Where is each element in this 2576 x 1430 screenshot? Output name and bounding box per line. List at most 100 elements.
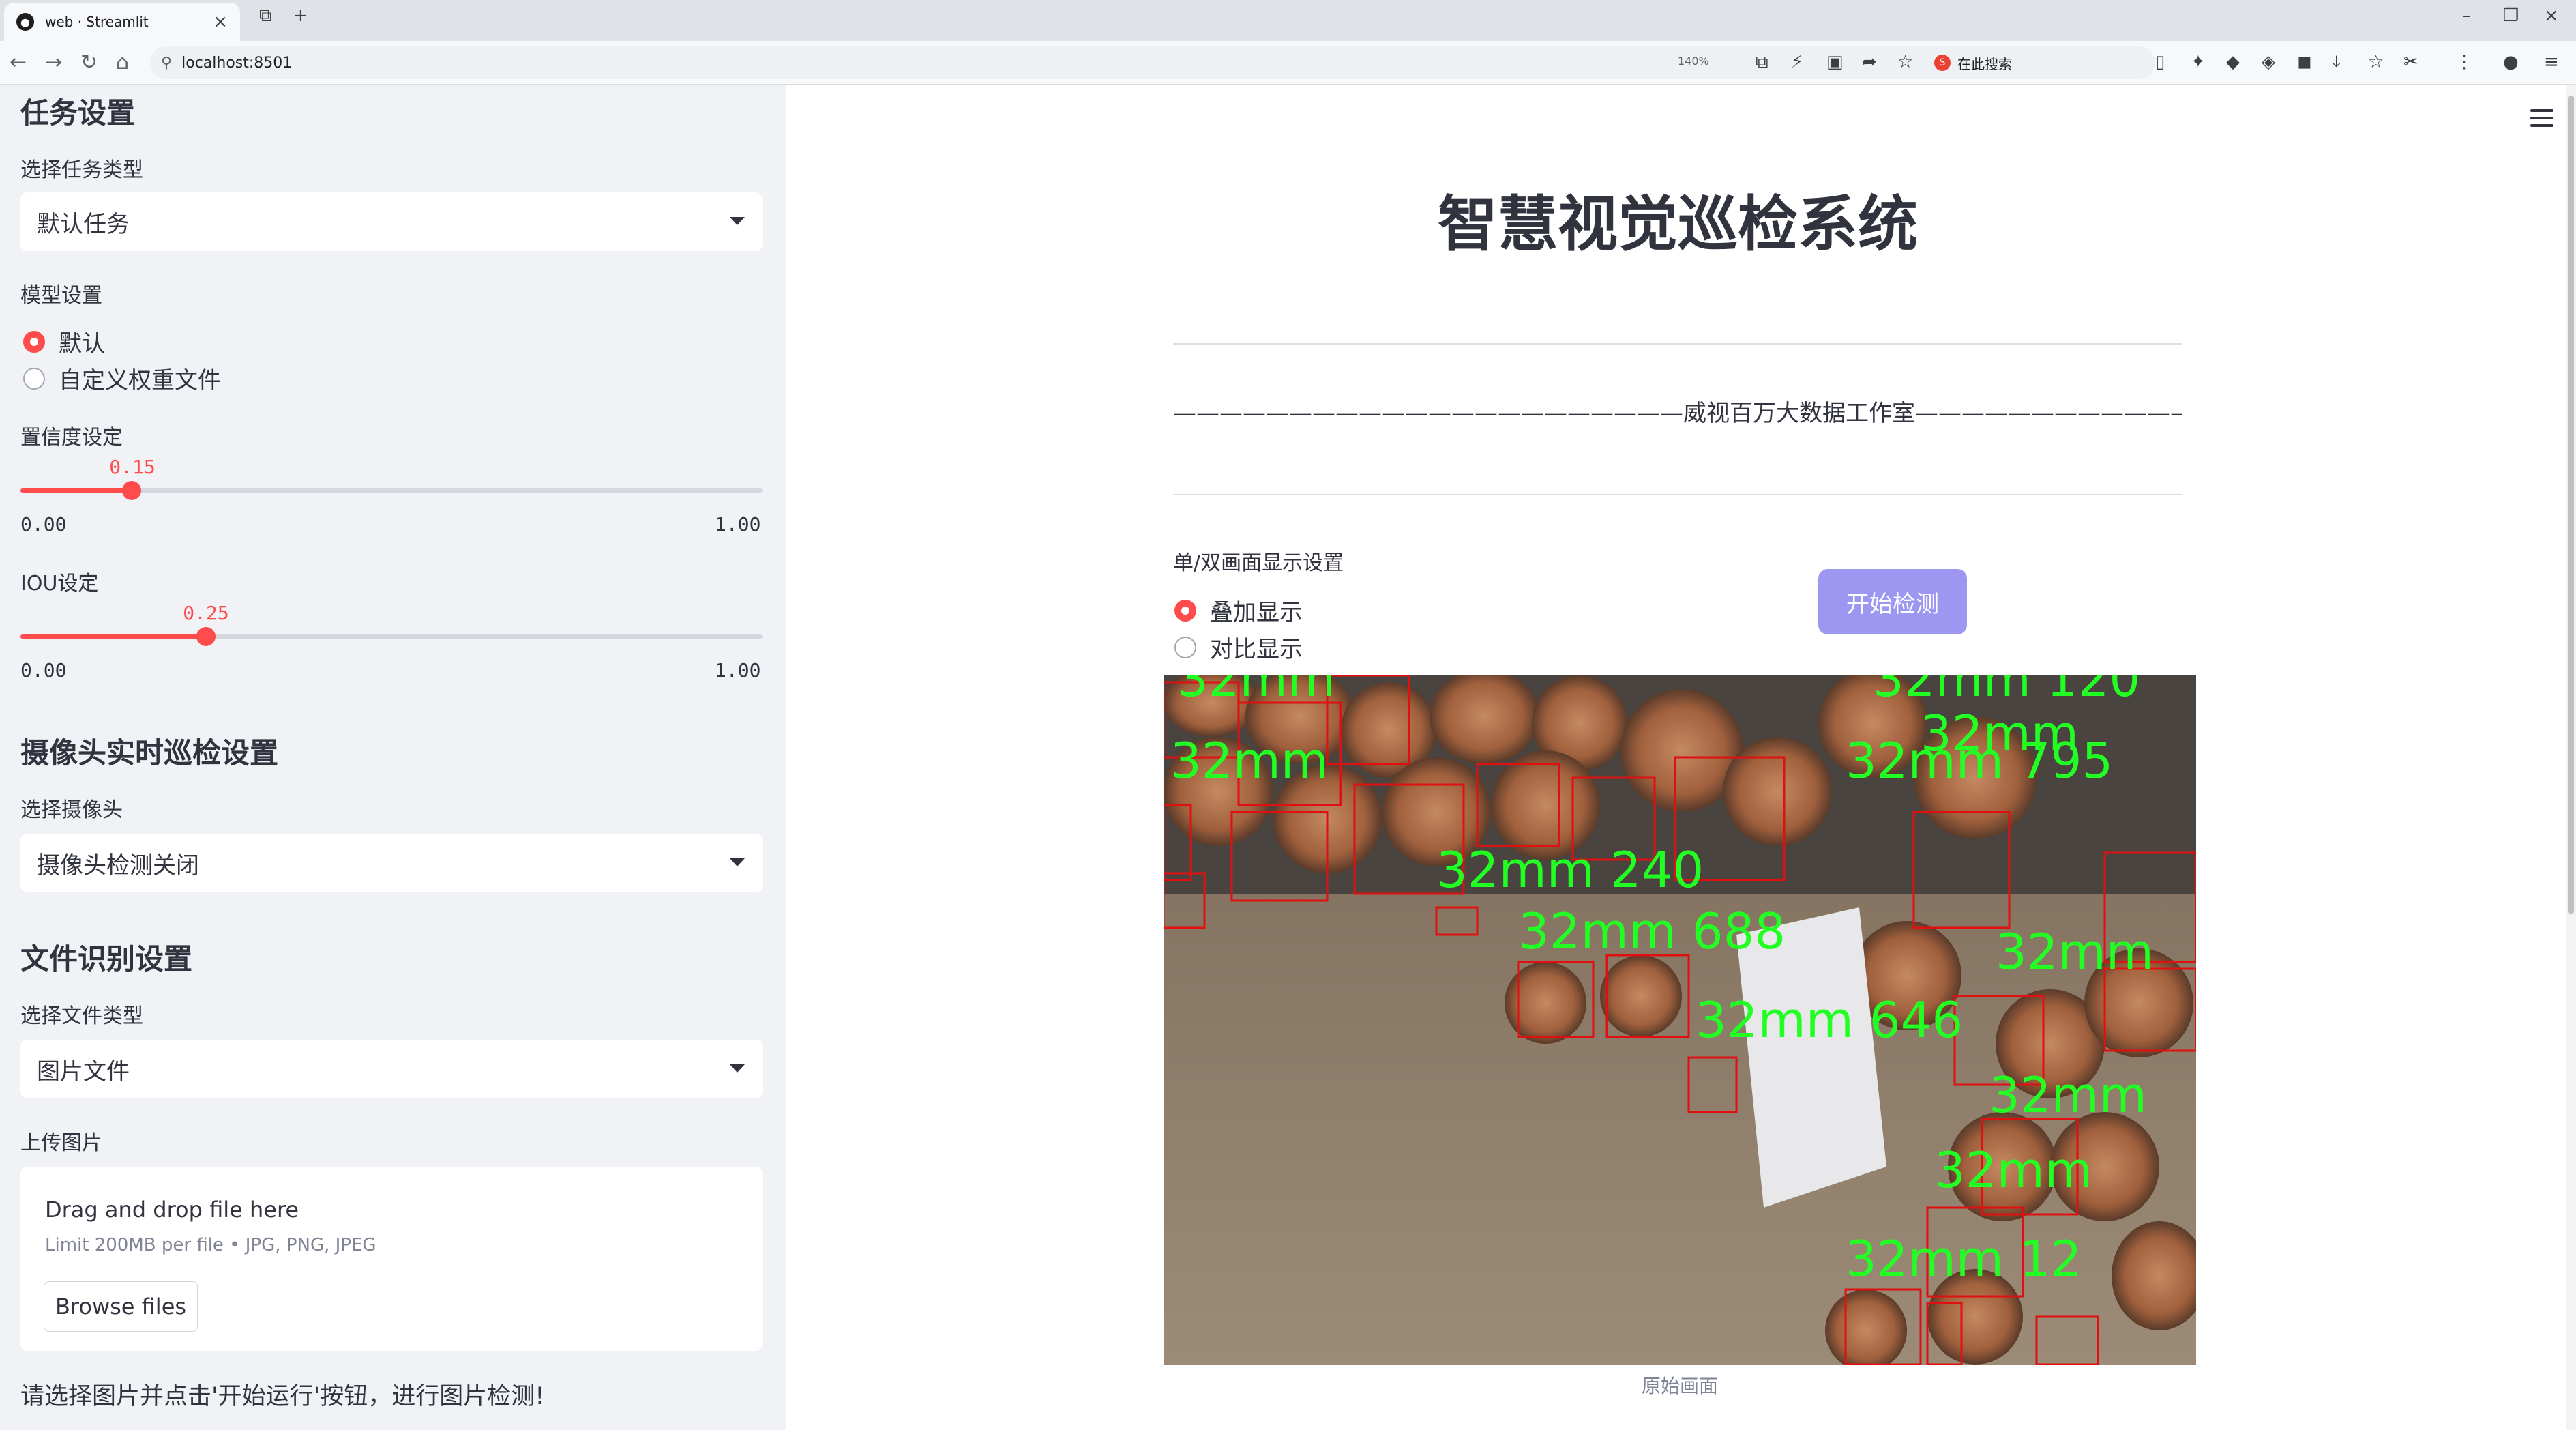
iou-value: 0.25 bbox=[183, 602, 229, 624]
display-option-label: 对比显示 bbox=[1210, 636, 1303, 663]
scrollbar-thumb[interactable] bbox=[2568, 96, 2574, 914]
upload-label: 上传图片 bbox=[20, 1131, 102, 1155]
address-bar[interactable]: ⚲ localhost:8501 bbox=[150, 46, 2155, 79]
task-settings-header: 任务设置 bbox=[20, 96, 136, 130]
browser-search-box[interactable]: S 在此搜索 bbox=[1934, 49, 2146, 76]
detection-result-image: 32mm 32mm 120 32mm 32mm 32mm 795 32mm 24… bbox=[1164, 675, 2196, 1365]
tab-title: web · Streamlit bbox=[45, 14, 149, 30]
chevron-down-icon bbox=[730, 1064, 745, 1072]
more-icon[interactable]: ⋮ bbox=[2455, 52, 2473, 72]
image-caption: 原始画面 bbox=[1641, 1375, 1718, 1397]
streamlit-favicon-icon: ● bbox=[16, 13, 34, 31]
detection-label: 32mm bbox=[1934, 1141, 2092, 1199]
new-tab-icon[interactable]: + bbox=[293, 5, 308, 26]
chevron-down-icon bbox=[730, 217, 745, 225]
minimize-icon[interactable]: – bbox=[2462, 5, 2471, 26]
extension-icon[interactable]: ◼ bbox=[2297, 52, 2312, 72]
radio-unselected-icon[interactable] bbox=[23, 367, 45, 390]
confidence-slider-thumb[interactable] bbox=[122, 481, 142, 500]
instruction-text: 请选择图片并点击'开始运行'按钮，进行图片检测! bbox=[20, 1383, 545, 1410]
start-detection-button[interactable]: 开始检测 bbox=[1818, 569, 1967, 634]
radio-unselected-icon[interactable] bbox=[1174, 636, 1196, 658]
confidence-slider-fill bbox=[20, 488, 132, 493]
lightning-icon[interactable]: ⚡ bbox=[1791, 52, 1803, 72]
radio-selected-icon[interactable] bbox=[23, 330, 45, 353]
display-option-compare[interactable]: 对比显示 bbox=[1174, 630, 1303, 664]
restore-icon[interactable]: ❐ bbox=[2503, 5, 2519, 26]
iou-slider[interactable] bbox=[20, 627, 763, 646]
translate-icon[interactable]: ⧉ bbox=[1756, 52, 1768, 73]
camera-select[interactable]: 摄像头检测关闭 bbox=[20, 834, 763, 892]
device-icon[interactable]: ▯ bbox=[2155, 52, 2165, 72]
bookmark-star-icon[interactable]: ☆ bbox=[1897, 52, 1913, 72]
share-icon[interactable]: ➦ bbox=[1862, 52, 1877, 72]
search-engine-icon: S bbox=[1934, 55, 1951, 71]
task-type-value: 默认任务 bbox=[37, 210, 130, 238]
home-icon[interactable]: ⌂ bbox=[116, 50, 129, 74]
detection-label: 32mm 688 bbox=[1518, 903, 1786, 960]
confidence-min: 0.00 bbox=[20, 513, 67, 536]
task-type-label: 选择任务类型 bbox=[20, 158, 143, 182]
browse-files-button[interactable]: Browse files bbox=[44, 1281, 198, 1332]
reload-icon[interactable]: ↻ bbox=[80, 50, 98, 74]
screenshot-icon[interactable]: ▣ bbox=[1826, 52, 1844, 72]
browser-tab[interactable]: ● web · Streamlit × bbox=[4, 3, 240, 41]
file-type-label: 选择文件类型 bbox=[20, 1004, 143, 1028]
detection-label: 32mm bbox=[1170, 732, 1329, 789]
favorites-icon[interactable]: ☆ bbox=[2368, 52, 2384, 72]
model-option-custom[interactable]: 自定义权重文件 bbox=[23, 362, 221, 395]
extension-icon[interactable]: ✦ bbox=[2191, 52, 2206, 72]
iou-slider-thumb[interactable] bbox=[196, 627, 216, 646]
zoom-level[interactable]: 140% bbox=[1678, 55, 1709, 68]
camera-value: 摄像头检测关闭 bbox=[37, 851, 199, 879]
task-type-select[interactable]: 默认任务 bbox=[20, 192, 763, 251]
search-placeholder: 在此搜索 bbox=[1957, 55, 2012, 72]
browser-toolbar: ← → ↻ ⌂ ⚲ localhost:8501 140% ⧉ ⚡ ▣ ➦ ☆ … bbox=[0, 41, 2576, 85]
profile-icon[interactable]: ● bbox=[2503, 52, 2519, 72]
model-option-default[interactable]: 默认 bbox=[23, 325, 105, 358]
confidence-label: 置信度设定 bbox=[20, 426, 123, 450]
confidence-value: 0.15 bbox=[109, 456, 156, 478]
model-option-label: 自定义权重文件 bbox=[59, 367, 221, 394]
file-uploader-dropzone[interactable]: Drag and drop file here Limit 200MB per … bbox=[20, 1167, 763, 1351]
back-icon[interactable]: ← bbox=[10, 50, 27, 74]
display-option-label: 叠加显示 bbox=[1210, 599, 1303, 626]
upload-instructions: Drag and drop file here bbox=[45, 1197, 299, 1223]
detection-label: 32mm bbox=[1177, 675, 1335, 707]
download-icon[interactable]: ⤓ bbox=[2333, 52, 2341, 73]
extension-icon[interactable]: ◆ bbox=[2226, 52, 2240, 72]
iou-slider-fill bbox=[20, 634, 206, 639]
tools-icon[interactable]: ✂ bbox=[2403, 52, 2418, 72]
camera-settings-header: 摄像头实时巡检设置 bbox=[20, 736, 279, 770]
studio-subtitle: ——————————————————————威视百万大数据工作室————————… bbox=[1173, 400, 2182, 427]
tab-close-icon[interactable]: × bbox=[213, 12, 228, 32]
model-option-label: 默认 bbox=[59, 330, 105, 358]
iou-max: 1.00 bbox=[715, 659, 761, 682]
confidence-slider[interactable] bbox=[20, 481, 763, 500]
camera-label: 选择摄像头 bbox=[20, 798, 123, 822]
extension-icon[interactable]: ◈ bbox=[2262, 52, 2275, 72]
detection-label: 32mm 646 bbox=[1696, 991, 1963, 1049]
address-text: localhost:8501 bbox=[181, 54, 293, 72]
display-option-overlay[interactable]: 叠加显示 bbox=[1174, 594, 1303, 627]
rebar-photo-with-detections: 32mm 32mm 120 32mm 32mm 32mm 795 32mm 24… bbox=[1164, 675, 2196, 1365]
divider-top bbox=[1173, 343, 2182, 345]
hamburger-menu-icon[interactable] bbox=[2530, 109, 2553, 127]
radio-selected-icon[interactable] bbox=[1174, 599, 1196, 622]
window-close-icon[interactable]: × bbox=[2544, 5, 2559, 26]
upload-limits: Limit 200MB per file • JPG, PNG, JPEG bbox=[45, 1235, 376, 1255]
detection-label: 32mm 240 bbox=[1436, 841, 1704, 899]
browser-tab-bar: ● web · Streamlit × ⧉ + – ❐ × bbox=[0, 0, 2576, 41]
page-title: 智慧视觉巡检系统 bbox=[1437, 189, 1918, 259]
detection-label: 32mm 12 bbox=[1846, 1230, 2082, 1287]
file-type-select[interactable]: 图片文件 bbox=[20, 1040, 763, 1098]
iou-min: 0.00 bbox=[20, 659, 67, 682]
detection-label: 32mm 120 bbox=[1873, 675, 2140, 707]
confidence-max: 1.00 bbox=[715, 513, 761, 536]
menu-icon[interactable]: ≡ bbox=[2544, 52, 2559, 72]
tab-group-icon[interactable]: ⧉ bbox=[259, 5, 272, 27]
divider-bottom bbox=[1173, 494, 2182, 495]
search-icon: ⚲ bbox=[161, 54, 173, 72]
forward-icon[interactable]: → bbox=[45, 50, 62, 74]
detection-label: 32mm 795 bbox=[1846, 732, 2113, 789]
